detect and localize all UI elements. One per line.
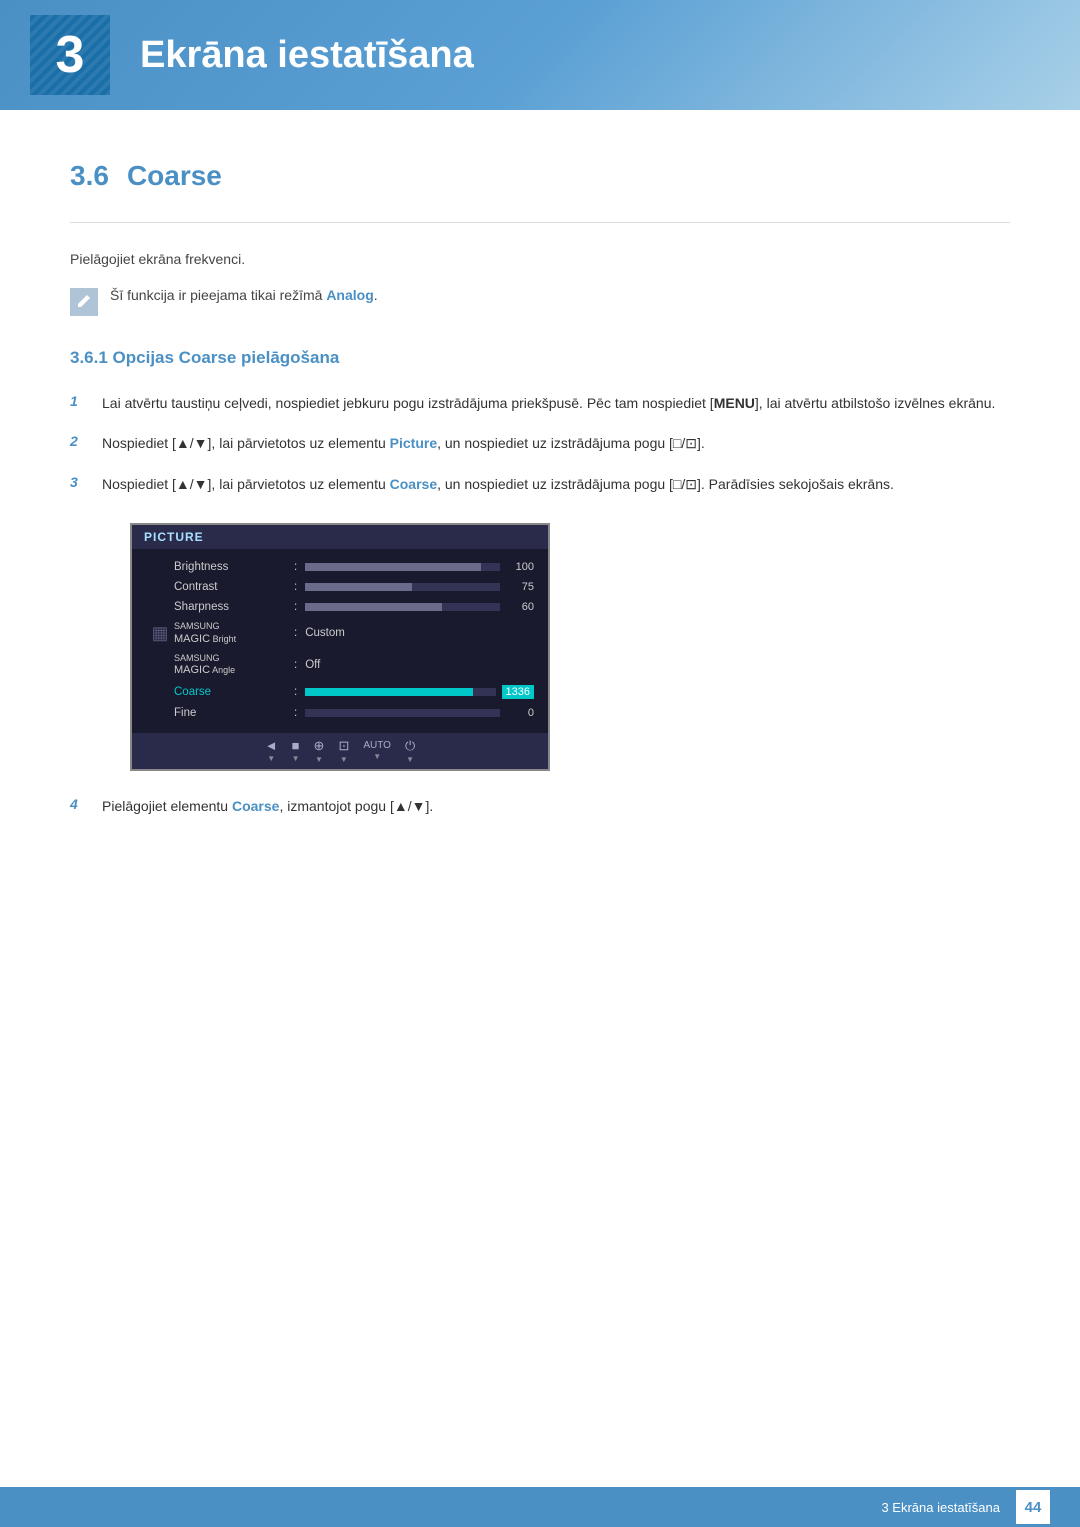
picture-key: Picture — [390, 435, 437, 451]
step-item: 2 Nospiediet [▲/▼], lai pārvietotos uz e… — [70, 432, 1010, 454]
monitor-label-contrast: Contrast — [174, 581, 294, 593]
section-divider — [70, 222, 1010, 223]
step-item: 3 Nospiediet [▲/▼], lai pārvietotos uz e… — [70, 473, 1010, 495]
monitor-icon-row: ◄ ▼ ■ ▼ ⊕ ▼ ⊡ ▼ AUTO ▼ ⏻ ▼ — [132, 733, 548, 769]
coarse-key-4: Coarse — [232, 798, 279, 814]
step-text-1: Lai atvērtu taustiņu ceļvedi, nospiediet… — [102, 392, 995, 414]
monitor-value-magic-angle: Off — [305, 659, 320, 671]
monitor-label-coarse: Coarse — [174, 686, 294, 698]
steps-list: 1 Lai atvērtu taustiņu ceļvedi, nospiedi… — [70, 392, 1010, 495]
section-number: 3.6 — [70, 160, 109, 192]
pencil-icon — [76, 294, 92, 310]
coarse-key-3: Coarse — [390, 476, 437, 492]
monitor-label-magic-bright: SAMSUNGMAGIC Bright — [174, 621, 294, 645]
step-number-1: 1 — [70, 393, 86, 409]
note-text: Šī funkcija ir pieejama tikai režīmā Ana… — [110, 287, 378, 303]
note-text-prefix: Šī funkcija ir pieejama tikai režīmā — [110, 287, 326, 303]
section-description: Pielāgojiet ekrāna frekvenci. — [70, 251, 1010, 267]
note-box: Šī funkcija ir pieejama tikai režīmā Ana… — [70, 287, 1010, 316]
note-suffix: . — [374, 287, 378, 303]
monitor-row-brightness: Brightness : 100 — [146, 557, 534, 577]
steps-list-4: 4 Pielāgojiet elementu Coarse, izmantojo… — [70, 795, 1010, 817]
menu-key: MENU — [714, 395, 755, 411]
section-name: Coarse — [127, 160, 222, 192]
monitor-main-icon: ▦ — [151, 623, 168, 644]
monitor-num-coarse: 1336 — [502, 685, 534, 699]
monitor-icon-power: ⏻ ▼ — [405, 738, 415, 764]
monitor-num-fine: 0 — [506, 707, 534, 719]
main-content: 3.6 Coarse Pielāgojiet ekrāna frekvenci.… — [0, 110, 1080, 925]
monitor-row-contrast: Contrast : 75 — [146, 577, 534, 597]
monitor-bar-contrast — [305, 583, 500, 591]
monitor-num-contrast: 75 — [506, 581, 534, 593]
section-title: 3.6 Coarse — [70, 160, 1010, 192]
header-title: Ekrāna iestatīšana — [140, 34, 474, 77]
monitor-row-sharpness: Sharpness : 60 — [146, 597, 534, 617]
step-text-3: Nospiediet [▲/▼], lai pārvietotos uz ele… — [102, 473, 894, 495]
header: 3 Ekrāna iestatīšana — [0, 0, 1080, 110]
monitor-content: Brightness : 100 Contrast : 75 S — [132, 549, 548, 729]
step-number-2: 2 — [70, 433, 86, 449]
note-icon — [70, 288, 98, 316]
step-number-3: 3 — [70, 474, 86, 490]
footer-page-number: 44 — [1016, 1490, 1050, 1524]
monitor-row-fine: Fine : 0 — [146, 703, 534, 723]
monitor-label-sharpness: Sharpness — [174, 601, 294, 613]
footer-chapter-label: 3 Ekrāna iestatīšana — [881, 1500, 1000, 1515]
note-highlight: Analog — [326, 287, 373, 303]
monitor-row-magic-bright: ▦ SAMSUNGMAGIC Bright : Custom — [146, 617, 534, 649]
monitor-icon-plus: ⊕ ▼ — [314, 738, 325, 764]
monitor-value-magic-bright: Custom — [305, 627, 345, 639]
step-number-4: 4 — [70, 796, 86, 812]
footer: 3 Ekrāna iestatīšana 44 — [0, 1487, 1080, 1527]
monitor-icon-back: ◄ ▼ — [265, 738, 278, 763]
chapter-number-box: 3 — [30, 15, 110, 95]
monitor-row-magic-angle: SAMSUNGMAGIC Angle : Off — [146, 649, 534, 681]
monitor-label-fine: Fine — [174, 707, 294, 719]
monitor-icon-auto: AUTO ▼ — [363, 740, 391, 761]
monitor-num-sharpness: 60 — [506, 601, 534, 613]
monitor-title-bar: PICTURE — [132, 525, 548, 549]
monitor-bar-brightness — [305, 563, 500, 571]
step-item-4: 4 Pielāgojiet elementu Coarse, izmantojo… — [70, 795, 1010, 817]
monitor-label-magic-angle: SAMSUNGMAGIC Angle — [174, 653, 294, 677]
monitor-icon-square: ■ ▼ — [292, 738, 300, 763]
subsection-title: 3.6.1 Opcijas Coarse pielāgošana — [70, 348, 1010, 368]
monitor-bar-fine — [305, 709, 500, 717]
monitor-bar-coarse — [305, 688, 495, 696]
step-item: 1 Lai atvērtu taustiņu ceļvedi, nospiedi… — [70, 392, 1010, 414]
monitor-bar-sharpness — [305, 603, 500, 611]
monitor-num-brightness: 100 — [506, 561, 534, 573]
chapter-number: 3 — [56, 25, 85, 85]
step-text-2: Nospiediet [▲/▼], lai pārvietotos uz ele… — [102, 432, 705, 454]
monitor-screenshot: PICTURE Brightness : 100 Contrast : — [130, 523, 550, 771]
step-text-4: Pielāgojiet elementu Coarse, izmantojot … — [102, 795, 433, 817]
monitor-label-brightness: Brightness — [174, 561, 294, 573]
monitor-row-coarse: Coarse : 1336 — [146, 681, 534, 703]
monitor-icon-enter: ⊡ ▼ — [338, 738, 349, 764]
